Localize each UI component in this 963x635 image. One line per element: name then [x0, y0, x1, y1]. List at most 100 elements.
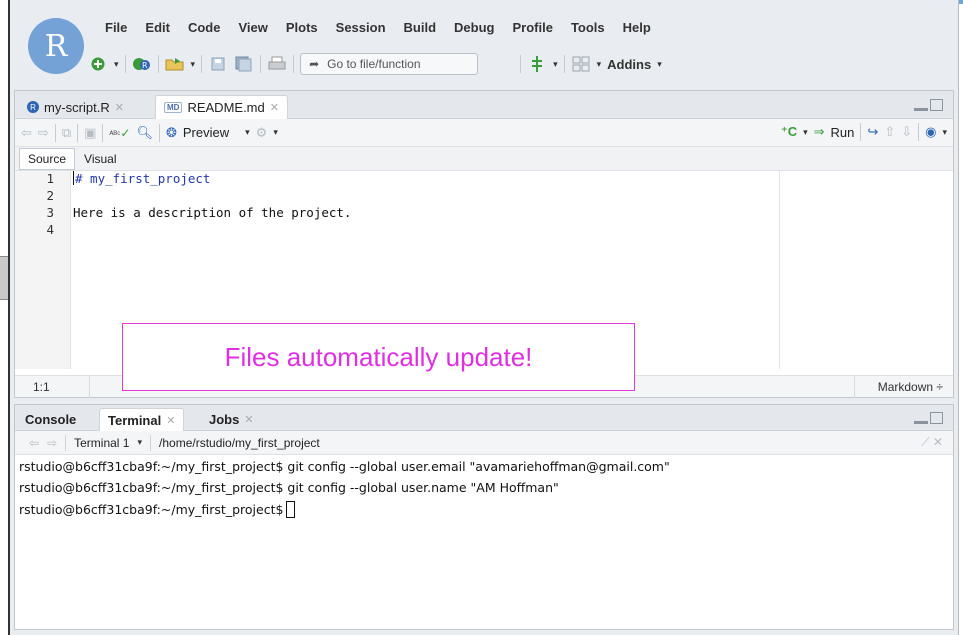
print-margin-line: [779, 171, 780, 369]
new-project-icon[interactable]: R: [132, 54, 152, 74]
preview-icon[interactable]: ❂: [166, 125, 177, 141]
annotation-text: Files automatically update!: [224, 341, 533, 372]
status-divider: [89, 376, 90, 398]
previous-terminal-icon[interactable]: ⇦: [29, 436, 39, 450]
next-chunk-icon[interactable]: ⇩: [901, 124, 912, 140]
tab-label: Terminal: [108, 412, 162, 428]
file-type-selector[interactable]: Markdown ÷: [878, 380, 943, 394]
preview-button[interactable]: Preview: [183, 125, 229, 140]
terminal-selector[interactable]: Terminal 1: [74, 436, 129, 450]
svg-text:R: R: [142, 61, 148, 70]
back-icon[interactable]: ⇦: [21, 125, 32, 141]
tab-readme[interactable]: MD README.md ✕: [155, 95, 288, 119]
menu-code[interactable]: Code: [179, 14, 230, 40]
terminal-line: rstudio@b6cff31cba9f:~/my_first_project$…: [19, 459, 670, 474]
minimize-pane-icon[interactable]: [914, 412, 928, 424]
open-file-icon[interactable]: [165, 54, 185, 74]
cursor-position: 1:1: [33, 380, 50, 394]
save-doc-icon[interactable]: ▣: [84, 125, 96, 141]
toolbar-divider: [201, 55, 203, 73]
visual-mode-button[interactable]: Visual: [75, 148, 125, 170]
previous-chunk-icon[interactable]: ⇧: [884, 124, 895, 140]
toolbar-divider: [65, 434, 67, 451]
line-number: 1: [46, 171, 54, 186]
menu-profile[interactable]: Profile: [503, 14, 561, 40]
maximize-pane-icon[interactable]: [930, 99, 943, 111]
toolbar-divider: [124, 55, 126, 73]
go-to-file-input[interactable]: ➦ Go to file/function: [300, 53, 479, 75]
clear-terminal-broom-icon[interactable]: ⟋ ✕: [921, 435, 943, 450]
close-tab-icon[interactable]: ✕: [115, 101, 124, 114]
maximize-pane-icon[interactable]: [930, 412, 943, 424]
menu-file[interactable]: File: [96, 14, 136, 40]
menu-plots[interactable]: Plots: [277, 14, 327, 40]
new-file-icon[interactable]: [88, 54, 108, 74]
next-terminal-icon[interactable]: ⇨: [47, 436, 57, 450]
tab-label: Jobs: [209, 412, 240, 427]
terminal-toolbar: ⇦ ⇨ Terminal 1 ▾ /home/rstudio/my_first_…: [15, 431, 953, 455]
save-icon[interactable]: [208, 54, 228, 74]
forward-icon[interactable]: ⇨: [38, 125, 49, 141]
menu-session[interactable]: Session: [327, 14, 395, 40]
version-control-caret-icon[interactable]: ▾: [553, 59, 558, 70]
pane-window-controls: [914, 412, 943, 424]
editor-mode-bar: Source Visual: [15, 147, 953, 171]
close-tab-icon[interactable]: ✕: [270, 101, 279, 114]
publish-icon[interactable]: ◉: [925, 124, 936, 140]
run-button[interactable]: Run: [831, 125, 855, 140]
find-icon[interactable]: 🔍︎: [136, 125, 153, 141]
save-all-icon[interactable]: [234, 54, 254, 74]
menu-help[interactable]: Help: [614, 14, 660, 40]
insert-chunk-caret-icon[interactable]: ▾: [803, 127, 808, 138]
menu-tools[interactable]: Tools: [562, 14, 614, 40]
terminal-prompt: rstudio@b6cff31cba9f:~/my_first_project$: [19, 502, 284, 517]
line-number: 2: [46, 188, 54, 203]
minimize-pane-icon[interactable]: [914, 99, 928, 111]
tab-jobs[interactable]: Jobs ✕: [201, 408, 262, 431]
code-line-text: # my_first_project: [75, 171, 211, 186]
print-icon[interactable]: [267, 54, 287, 74]
line-number-gutter: 1 2 3 4: [15, 171, 71, 369]
toolbar-divider: [54, 123, 56, 142]
code-line: # my_first_project: [73, 171, 779, 188]
terminal-selector-caret-icon[interactable]: ▾: [137, 437, 142, 448]
rerun-icon[interactable]: ↪: [867, 124, 878, 140]
open-file-caret-icon[interactable]: ▾: [191, 59, 196, 70]
tab-my-script[interactable]: R my-script.R ✕: [19, 95, 132, 119]
pane-window-controls: [914, 99, 943, 111]
line-number: 3: [46, 205, 54, 220]
source-mode-button[interactable]: Source: [19, 147, 76, 170]
close-tab-icon[interactable]: ✕: [244, 413, 253, 426]
show-in-window-icon[interactable]: ⧉: [62, 125, 71, 141]
addins-menu[interactable]: Addins: [607, 57, 651, 72]
insert-chunk-icon[interactable]: ⁺C: [781, 124, 797, 140]
preview-caret-icon[interactable]: ▾: [245, 127, 250, 138]
close-tab-icon[interactable]: ✕: [166, 414, 175, 427]
addins-caret-icon[interactable]: ▾: [657, 59, 662, 70]
terminal-output[interactable]: rstudio@b6cff31cba9f:~/my_first_project$…: [19, 459, 949, 522]
menu-debug[interactable]: Debug: [445, 14, 503, 40]
rstudio-logo: R: [28, 18, 84, 74]
menu-build[interactable]: Build: [395, 14, 446, 40]
settings-caret-icon[interactable]: ▾: [273, 127, 278, 138]
tab-console[interactable]: Console: [17, 408, 84, 431]
new-file-caret-icon[interactable]: ▾: [114, 59, 119, 70]
menu-edit[interactable]: Edit: [136, 14, 179, 40]
spellcheck-icon[interactable]: ᴬᴮᶜ✓: [109, 126, 130, 140]
text-cursor: [73, 171, 74, 185]
settings-gear-icon[interactable]: ⚙: [256, 125, 268, 141]
main-toolbar: ▾ R ▾ ➦ Go to file/function ▾ ▾ Addins ▾: [88, 50, 662, 78]
run-arrow-icon: ⇒: [813, 124, 825, 139]
publish-caret-icon[interactable]: ▾: [942, 127, 947, 138]
line-number: 4: [46, 222, 54, 237]
version-control-icon[interactable]: [527, 54, 547, 74]
menu-view[interactable]: View: [229, 14, 276, 40]
code-line: Here is a description of the project.: [73, 205, 352, 220]
pane-layout-icon[interactable]: [571, 54, 591, 74]
pane-layout-caret-icon[interactable]: ▾: [597, 59, 602, 70]
toolbar-divider: [77, 123, 79, 142]
toolbar-divider: [150, 434, 152, 451]
tab-terminal[interactable]: Terminal ✕: [99, 408, 185, 431]
editor-toolbar: ⇦ ⇨ ⧉ ▣ ᴬᴮᶜ✓ 🔍︎ ❂ Preview ▾ ⚙ ▾ ⁺C ▾ ⇒ R…: [15, 119, 953, 147]
working-directory-path: /home/rstudio/my_first_project: [159, 435, 320, 450]
